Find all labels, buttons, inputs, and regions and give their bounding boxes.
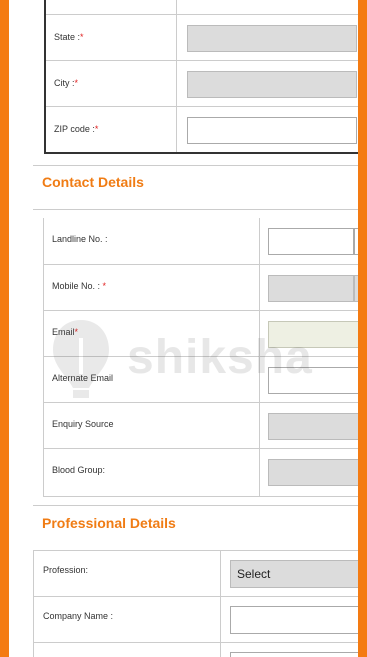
state-row: State :*: [46, 14, 358, 61]
professional-table: Profession: Select Company Name :: [33, 550, 358, 657]
contact-details-heading: Contact Details: [42, 174, 144, 190]
alternate-email-input[interactable]: [268, 367, 358, 394]
blood-group-select[interactable]: [268, 459, 358, 486]
mobile-label: Mobile No. : *: [52, 281, 107, 291]
enquiry-source-label: Enquiry Source: [52, 419, 114, 429]
city-select[interactable]: [187, 71, 357, 98]
email-row: Email*: [44, 310, 358, 357]
city-row: City :*: [46, 60, 358, 107]
form-content: State :* City :* ZIP code :* Contact Det…: [9, 0, 358, 657]
blood-group-label: Blood Group:: [52, 465, 106, 475]
email-input[interactable]: [268, 321, 358, 348]
company-name-row: Company Name :: [34, 596, 358, 643]
state-label: State :*: [54, 32, 84, 42]
enquiry-source-select[interactable]: [268, 413, 358, 440]
next-input[interactable]: [230, 652, 358, 657]
profession-select[interactable]: Select: [230, 560, 358, 588]
section-divider: [33, 209, 358, 210]
enquiry-source-row: Enquiry Source: [44, 402, 358, 449]
blood-group-row: Blood Group:: [44, 448, 358, 495]
left-orange-border: [0, 0, 9, 657]
company-name-label: Company Name :: [43, 611, 114, 621]
company-name-input[interactable]: [230, 606, 358, 634]
mobile-country-code[interactable]: [268, 275, 354, 302]
landline-label: Landline No. :: [52, 234, 108, 244]
right-orange-border: [358, 0, 367, 657]
zip-input[interactable]: [187, 117, 357, 144]
address-table: State :* City :* ZIP code :*: [44, 0, 358, 154]
contact-table: Landline No. : Mobile No. : * Email* Alt…: [43, 218, 358, 497]
email-label: Email*: [52, 327, 79, 337]
professional-details-heading: Professional Details: [42, 515, 176, 531]
alternate-email-row: Alternate Email: [44, 356, 358, 403]
landline-input[interactable]: [268, 228, 354, 255]
landline-row: Landline No. :: [44, 218, 358, 264]
city-label: City :*: [54, 78, 79, 88]
zip-row: ZIP code :*: [46, 106, 358, 153]
section-divider: [33, 165, 358, 166]
profession-row: Profession: Select: [34, 550, 358, 597]
profession-select-value: Select: [237, 567, 271, 581]
section-divider: [33, 505, 358, 506]
zip-label: ZIP code :*: [54, 124, 99, 134]
mobile-row: Mobile No. : *: [44, 264, 358, 311]
profession-label: Profession:: [43, 565, 89, 575]
alternate-email-label: Alternate Email: [52, 373, 114, 383]
next-row: [34, 642, 358, 657]
state-select[interactable]: [187, 25, 357, 52]
